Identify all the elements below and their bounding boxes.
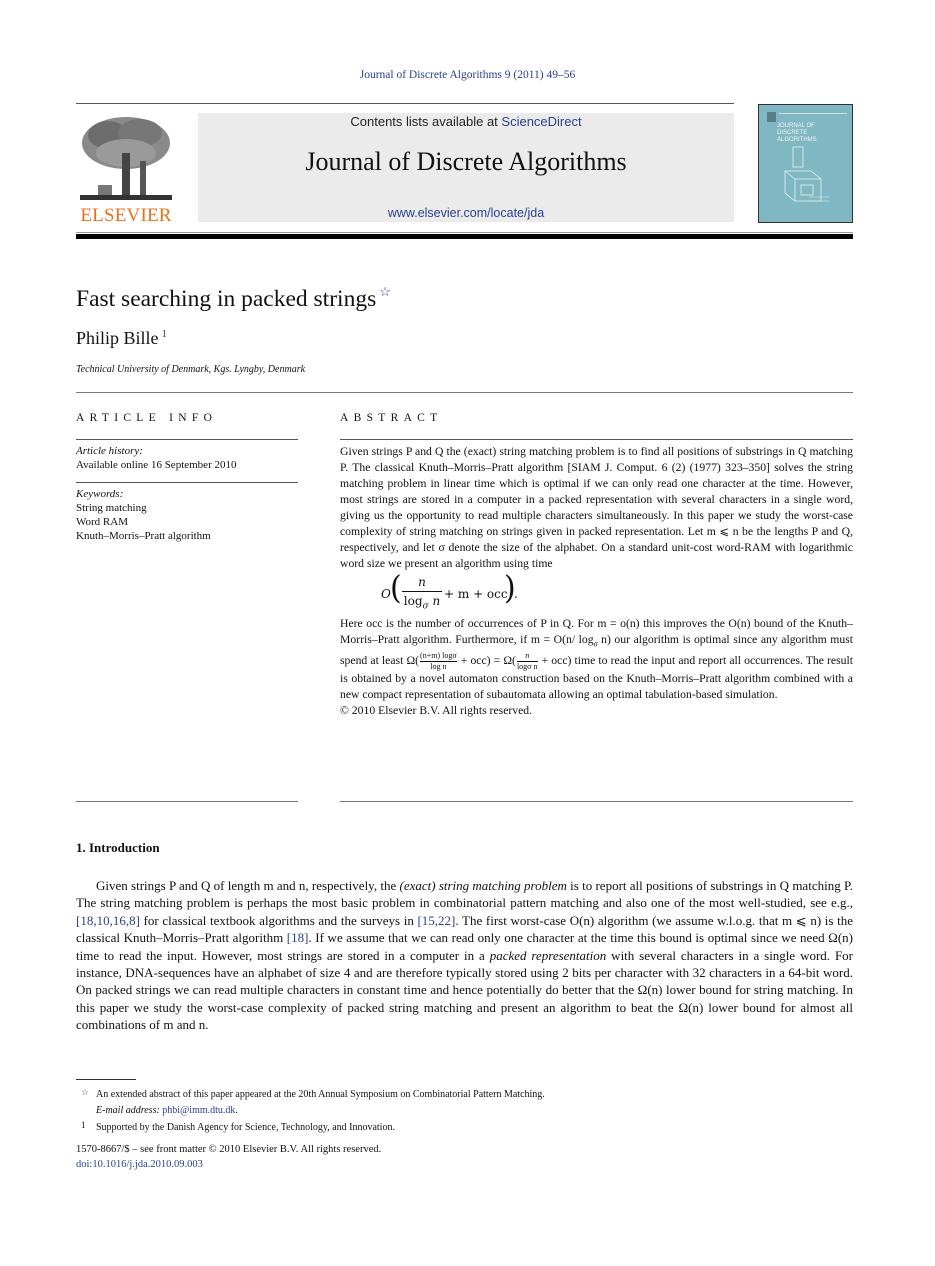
footnote-item: 1 Supported by the Danish Agency for Scie… — [76, 1118, 853, 1136]
cover-badge-icon — [767, 112, 776, 122]
article-info-heading: ARTICLE INFO — [76, 412, 218, 424]
header-rule — [76, 103, 734, 104]
contents-prefix: Contents lists available at — [350, 114, 502, 129]
cover-cube-graphic-icon — [784, 146, 829, 202]
journal-url-link[interactable]: www.elsevier.com/locate/jda — [198, 206, 734, 220]
fraction-num: (n+m) logσ — [420, 651, 457, 661]
cover-title-line: JOURNAL OF — [777, 123, 815, 129]
abstract-body: Given strings P and Q the (exact) string… — [340, 444, 853, 719]
footnote-rule — [76, 1079, 136, 1080]
intro-text: Given strings P and Q of length m and n,… — [96, 878, 400, 893]
article-title: Fast searching in packed strings ☆ — [76, 284, 391, 313]
front-matter: 1570-8667/$ – see front matter © 2010 El… — [76, 1142, 381, 1172]
footnote-mark: 1 — [81, 1120, 86, 1130]
masthead-thick-rule — [76, 234, 853, 239]
intro-emphasis: packed representation — [489, 947, 607, 963]
formula-numerator: n — [418, 575, 426, 589]
article-history: Article history: Available online 16 Sep… — [76, 444, 298, 472]
masthead-thin-rule — [76, 232, 853, 233]
formula-fraction-bar — [402, 591, 442, 592]
formula-log: log — [403, 594, 423, 608]
running-head[interactable]: Journal of Discrete Algorithms 9 (2011) … — [0, 69, 935, 81]
article-title-text: Fast searching in packed strings — [76, 286, 377, 312]
abstract-text: + occ) = Ω( — [457, 654, 516, 668]
author-footnote-link[interactable]: 1 — [162, 328, 168, 340]
formula-terms: + m + occ — [444, 587, 508, 601]
footnote-text: Supported by the Danish Agency for Scien… — [96, 1122, 395, 1133]
abstract-rule — [340, 439, 853, 440]
abstract-formula: O ( n logσ n + m + occ ) . — [340, 572, 853, 616]
formula-rest: + m + occ — [444, 586, 508, 602]
article-history-label: Article history: — [76, 445, 143, 457]
journal-title: Journal of Discrete Algorithms — [305, 147, 627, 176]
journal-cover-image[interactable]: JOURNAL OF DISCRETE ALGORITHMS — [758, 104, 853, 223]
footnote-star-icon: ☆ — [81, 1087, 90, 1097]
abstract-paragraph: Given strings P and Q the (exact) string… — [340, 445, 853, 570]
keyword-item: Word RAM — [76, 516, 128, 528]
section-heading-introduction: 1. Introduction — [76, 840, 160, 855]
citation-link[interactable]: [18] — [287, 930, 309, 945]
formula-fraction: n logσ n — [402, 575, 442, 613]
elsevier-tree-icon — [80, 117, 172, 200]
abstract-paragraph: Here occ is the number of occurrences of… — [340, 616, 853, 703]
footnote-text: An extended abstract of this paper appea… — [96, 1089, 545, 1100]
email-label: E-mail address: — [96, 1104, 163, 1116]
keywords-label: Keywords: — [76, 488, 124, 500]
title-rule — [76, 392, 853, 393]
sciencedirect-link[interactable]: ScienceDirect — [501, 114, 581, 129]
keyword-item: Knuth–Morris–Pratt algorithm — [76, 530, 211, 542]
keywords: Keywords: String matching Word RAM Knuth… — [76, 487, 298, 543]
affiliation: Technical University of Denmark, Kgs. Ly… — [76, 364, 306, 375]
cover-rule — [779, 113, 847, 114]
article-info-bottom-rule — [76, 801, 298, 802]
doi-link[interactable]: doi:10.1016/j.jda.2010.09.003 — [76, 1157, 381, 1172]
formula-open-paren: ( — [390, 570, 402, 607]
elsevier-wordmark: ELSEVIER — [80, 205, 172, 226]
journal-masthead: Contents lists available at ScienceDirec… — [198, 113, 734, 222]
author-name[interactable]: Philip Bille — [76, 328, 159, 348]
abstract-heading: ABSTRACT — [340, 412, 443, 424]
citation-link[interactable]: [18,10,16,8] — [76, 913, 140, 928]
footnote-item: ☆ An extended abstract of this paper appe… — [76, 1085, 853, 1103]
issn-line: 1570-8667/$ – see front matter © 2010 El… — [76, 1144, 382, 1155]
fraction-num: n — [525, 651, 530, 661]
fraction-den: log n — [430, 662, 447, 672]
introduction-paragraph: Given strings P and Q of length m and n,… — [76, 877, 853, 1034]
footnotes: ☆ An extended abstract of this paper appe… — [76, 1085, 853, 1136]
keyword-item: String matching — [76, 502, 147, 514]
footnote-item: E-mail address: phbi@imm.dtu.dk. — [76, 1103, 853, 1119]
cover-title-line: ALGORITHMS — [777, 137, 817, 143]
formula-period: . — [514, 587, 518, 601]
formula-sigma: σ — [422, 601, 429, 612]
fraction-den: logσ n — [516, 662, 538, 672]
abstract-inline-fraction: n logσ n — [516, 651, 538, 672]
footnote-text: . — [235, 1104, 238, 1116]
cover-title: JOURNAL OF DISCRETE ALGORITHMS — [777, 123, 817, 144]
abstract-inline-fraction: (n+m) logσ log n — [420, 652, 457, 671]
abstract-copyright: © 2010 Elsevier B.V. All rights reserved… — [340, 704, 533, 718]
cover-title-line: DISCRETE — [777, 130, 808, 136]
article-info-rule-2 — [76, 482, 298, 483]
formula-n: n — [432, 594, 441, 608]
elsevier-logo[interactable]: ELSEVIER — [76, 113, 176, 226]
article-history-value: Available online 16 September 2010 — [76, 459, 237, 471]
citation-link[interactable]: [15,22] — [417, 913, 455, 928]
intro-text: for classical textbook algorithms and th… — [139, 912, 418, 928]
formula-denominator: logσ n — [402, 594, 442, 613]
abstract-bottom-rule — [340, 801, 853, 802]
contents-line: Contents lists available at ScienceDirec… — [198, 114, 734, 129]
title-footnote-star-link[interactable]: ☆ — [379, 284, 391, 299]
introduction-body: Given strings P and Q of length m and n,… — [76, 877, 853, 1034]
intro-emphasis: (exact) string matching problem — [399, 878, 567, 893]
email-link[interactable]: phbi@imm.dtu.dk — [162, 1105, 235, 1116]
author: Philip Bille 1 — [76, 328, 167, 349]
article-info-rule — [76, 439, 298, 440]
